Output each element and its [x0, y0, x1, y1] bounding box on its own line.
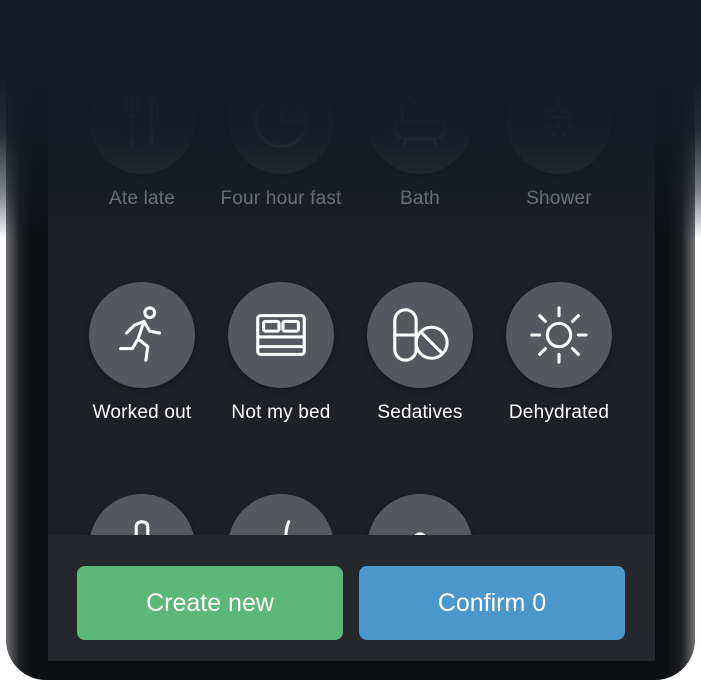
create-new-button[interactable]: Create new [77, 566, 343, 640]
tag-ate-late[interactable]: Ate late [72, 68, 212, 210]
tag-bath[interactable]: Bath [350, 68, 490, 210]
tag-circle [89, 68, 195, 174]
tag-circle [506, 68, 612, 174]
tag-label: Sedatives [377, 402, 463, 423]
fork-knife-icon [125, 94, 160, 146]
running-person-icon [119, 306, 161, 362]
tag-circle [228, 282, 334, 388]
tag-dehydrated[interactable]: Dehydrated [489, 282, 629, 424]
tag-circle [367, 68, 473, 174]
tag-circle [228, 68, 334, 174]
tag-four-hour-fast[interactable]: Four hour fast [211, 68, 351, 210]
tag-label: Worked out [92, 402, 192, 423]
tag-label: Ate late [108, 188, 176, 209]
tag-label: Four hour fast [220, 188, 342, 209]
bed-icon [256, 314, 306, 356]
confirm-button[interactable]: Confirm 0 [359, 566, 625, 640]
tag-not-my-bed[interactable]: Not my bed [211, 282, 351, 424]
pills-icon [393, 308, 449, 362]
tag-label: Shower [526, 188, 592, 209]
tag-circle [89, 282, 195, 388]
tag-circle [367, 282, 473, 388]
tag-sedatives[interactable]: Sedatives [350, 282, 490, 424]
tag-label: Bath [400, 188, 440, 209]
tag-circle [506, 282, 612, 388]
tag-label: Not my bed [231, 402, 331, 423]
bathtub-icon [393, 96, 447, 146]
tag-worked-out[interactable]: Worked out [72, 282, 212, 424]
sun-icon [530, 306, 588, 364]
tag-label: Dehydrated [508, 402, 610, 423]
shower-icon [542, 94, 576, 137]
clock-fast-icon [254, 94, 308, 148]
tag-shower[interactable]: Shower [489, 68, 629, 210]
